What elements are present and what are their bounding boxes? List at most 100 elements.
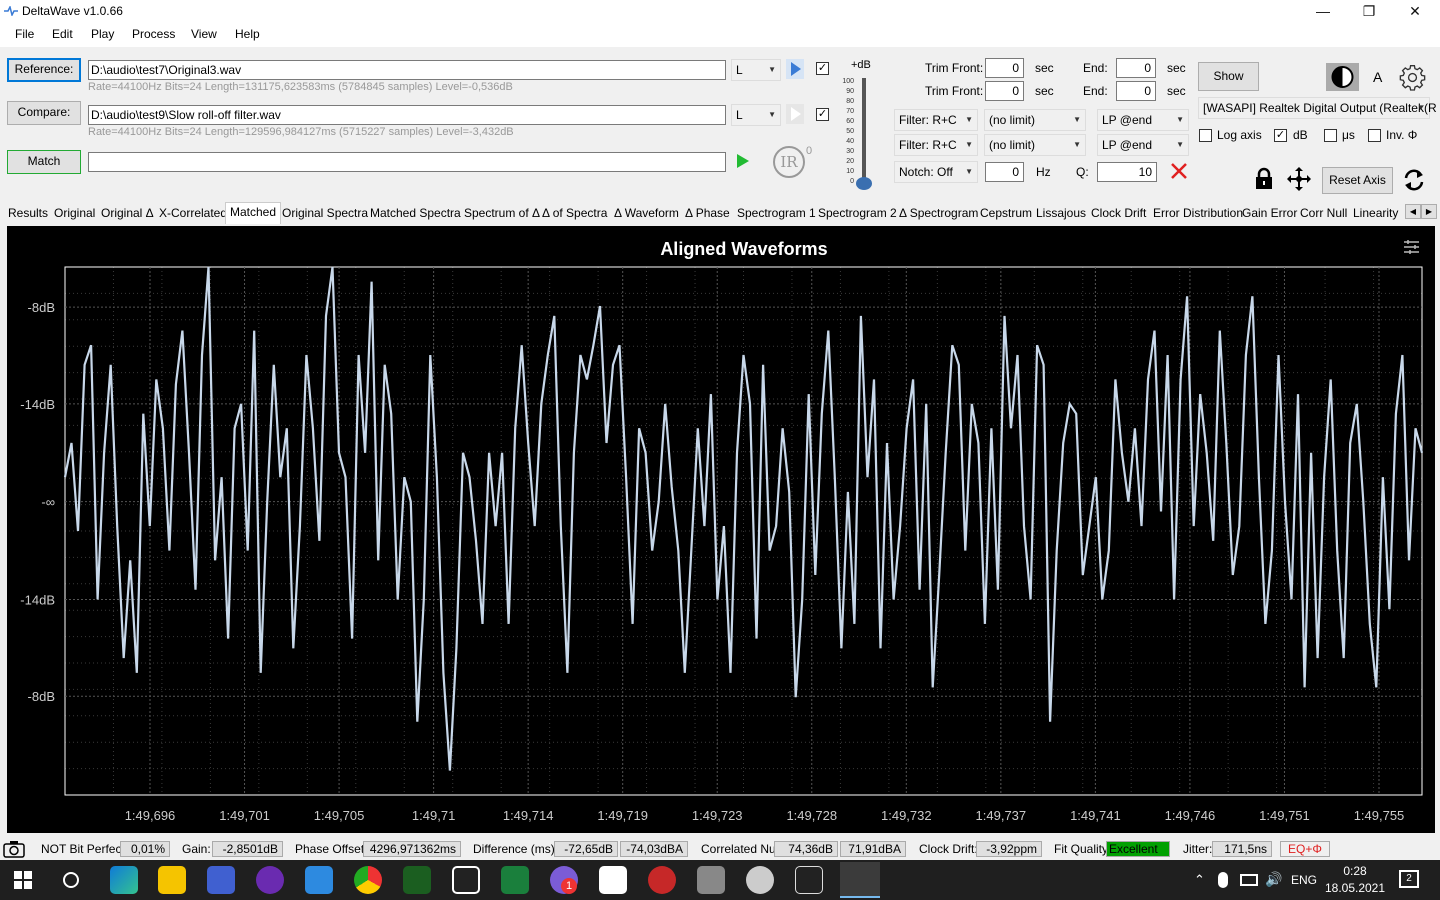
v-app-icon[interactable]	[501, 866, 529, 894]
volume-slider-thumb[interactable]	[856, 177, 872, 190]
ide-icon[interactable]	[452, 866, 480, 894]
tab-20[interactable]: Linearity	[1353, 206, 1398, 220]
notch-select[interactable]: Notch: Off ▼	[894, 161, 978, 183]
reference-path-input[interactable]: D:\audio\test7\Original3.wav	[88, 60, 726, 80]
cloud-app-icon[interactable]	[305, 866, 333, 894]
language-indicator[interactable]: ENG	[1291, 873, 1317, 887]
q-input[interactable]: 10	[1097, 162, 1157, 182]
tray-chevron-icon[interactable]: ⌃	[1194, 872, 1205, 888]
tab-13[interactable]: Δ Spectrogram	[899, 206, 978, 220]
file-explorer-icon[interactable]	[158, 866, 186, 894]
trim-front-input-2[interactable]: 0	[985, 81, 1024, 101]
filter-1-limit-select[interactable]: (no limit) ▼	[984, 109, 1086, 131]
menu-view[interactable]: View	[191, 27, 217, 41]
compare-path-input[interactable]: D:\audio\test9\Slow roll-off filter.wav	[88, 105, 726, 125]
tab-11[interactable]: Spectrogram 1	[737, 206, 816, 220]
tab-scroll-right-button[interactable]: ▶	[1421, 204, 1437, 219]
minimize-icon[interactable]: —	[1300, 0, 1346, 23]
compare-channel-select[interactable]: L ▼	[731, 104, 781, 126]
chart-settings-icon[interactable]	[1404, 240, 1419, 254]
task-view-icon[interactable]	[61, 870, 81, 890]
close-icon[interactable]: ✕	[1392, 0, 1438, 23]
menu-help[interactable]: Help	[235, 27, 260, 41]
match-button[interactable]: Match	[7, 150, 81, 174]
tab-8[interactable]: Δ of Spectra	[542, 206, 607, 220]
gear-icon[interactable]	[1399, 64, 1426, 91]
lock-icon[interactable]	[1254, 167, 1274, 191]
theme-toggle-button[interactable]	[1326, 63, 1359, 91]
tab-4[interactable]: Matched	[225, 202, 282, 224]
notification-center-icon[interactable]: 2	[1399, 870, 1419, 888]
notch-hz-input[interactable]: 0	[985, 162, 1024, 182]
ir-button[interactable]: IR	[773, 146, 805, 178]
menu-edit[interactable]: Edit	[52, 27, 73, 41]
tab-9[interactable]: Δ Waveform	[614, 206, 679, 220]
play-compare-button[interactable]	[786, 104, 804, 124]
tab-5[interactable]: Original Spectra	[282, 206, 368, 220]
reference-button[interactable]: Reference:	[7, 58, 81, 82]
chrome-icon[interactable]	[354, 866, 382, 894]
ap2-icon[interactable]	[403, 866, 431, 894]
eq-phase-button[interactable]: EQ+Φ	[1280, 841, 1330, 857]
settings-app-icon[interactable]	[697, 866, 725, 894]
waveform-chart[interactable]: Aligned Waveforms -8dB -14dB -∞ -14dB -8dB 1…	[7, 226, 1435, 833]
invert-phase-checkbox[interactable]	[1368, 129, 1381, 142]
filter-1-lp-select[interactable]: LP @end ▼	[1097, 109, 1189, 131]
clock-time[interactable]: 0:28	[1328, 864, 1382, 878]
refresh-icon[interactable]	[1402, 167, 1426, 193]
deltawave-taskbar-icon[interactable]	[840, 862, 880, 898]
compare-button[interactable]: Compare:	[7, 101, 81, 125]
tab-10[interactable]: Δ Phase	[685, 206, 730, 220]
us-checkbox[interactable]	[1324, 129, 1337, 142]
tab-3[interactable]: X-Correlated	[159, 206, 227, 220]
pan-move-icon[interactable]	[1286, 166, 1312, 192]
tab-14[interactable]: Cepstrum	[980, 206, 1032, 220]
network-icon[interactable]	[1240, 874, 1258, 886]
podcast-app-icon[interactable]	[256, 866, 284, 894]
shell-app-icon[interactable]	[746, 866, 774, 894]
db-checkbox[interactable]: ✓	[1274, 129, 1287, 142]
save-app-icon[interactable]	[207, 866, 235, 894]
tab-15[interactable]: Lissajous	[1036, 206, 1086, 220]
play-reference-button[interactable]	[786, 59, 804, 79]
clear-filter-icon[interactable]	[1170, 162, 1188, 180]
media-app-icon[interactable]	[648, 866, 676, 894]
tab-7[interactable]: Spectrum of Δ	[464, 206, 540, 220]
trim-front-input[interactable]: 0	[985, 58, 1024, 78]
tab-scroll-left-button[interactable]: ◀	[1405, 204, 1421, 219]
tab-0[interactable]: Results	[8, 206, 48, 220]
trim-end-input-2[interactable]: 0	[1116, 81, 1156, 101]
filter-2-limit-select[interactable]: (no limit) ▼	[984, 134, 1086, 156]
maximize-icon[interactable]: ❐	[1346, 0, 1392, 23]
menu-process[interactable]: Process	[132, 27, 175, 41]
tab-17[interactable]: Error Distribution	[1153, 206, 1243, 220]
tab-6[interactable]: Matched Spectra	[370, 206, 461, 220]
fox-app-icon[interactable]	[599, 866, 627, 894]
clock-date[interactable]: 18.05.2021	[1322, 881, 1388, 895]
tab-12[interactable]: Spectrogram 2	[818, 206, 897, 220]
tab-19[interactable]: Corr Null	[1300, 206, 1347, 220]
tab-2[interactable]: Original Δ	[101, 206, 154, 220]
reference-channel-select[interactable]: L ▼	[731, 59, 781, 81]
reference-checkbox[interactable]: ✓	[816, 62, 829, 75]
log-axis-checkbox[interactable]	[1199, 129, 1212, 142]
reset-axis-button[interactable]: Reset Axis	[1322, 167, 1393, 194]
filter-2-select[interactable]: Filter: R+C ▼	[894, 134, 978, 156]
camera-icon[interactable]	[3, 840, 25, 858]
trim-end-input[interactable]: 0	[1116, 58, 1156, 78]
menu-play[interactable]: Play	[91, 27, 114, 41]
tab-16[interactable]: Clock Drift	[1091, 206, 1146, 220]
filter-1-select[interactable]: Filter: R+C ▼	[894, 109, 978, 131]
compare-checkbox[interactable]: ✓	[816, 108, 829, 121]
menu-file[interactable]: File	[15, 27, 34, 41]
a-label[interactable]: A	[1373, 69, 1382, 85]
play-match-icon[interactable]	[735, 152, 751, 170]
tab-1[interactable]: Original	[54, 206, 95, 220]
show-button[interactable]: Show	[1198, 62, 1259, 91]
microphone-icon[interactable]	[1218, 872, 1228, 888]
edge-icon[interactable]	[110, 866, 138, 894]
filter-2-lp-select[interactable]: LP @end ▼	[1097, 134, 1189, 156]
tab-18[interactable]: Gain Error	[1242, 206, 1297, 220]
volume-icon[interactable]: 🔊	[1265, 871, 1282, 888]
output-device-select[interactable]: [WASAPI] Realtek Digital Output (Realtek…	[1198, 97, 1437, 119]
